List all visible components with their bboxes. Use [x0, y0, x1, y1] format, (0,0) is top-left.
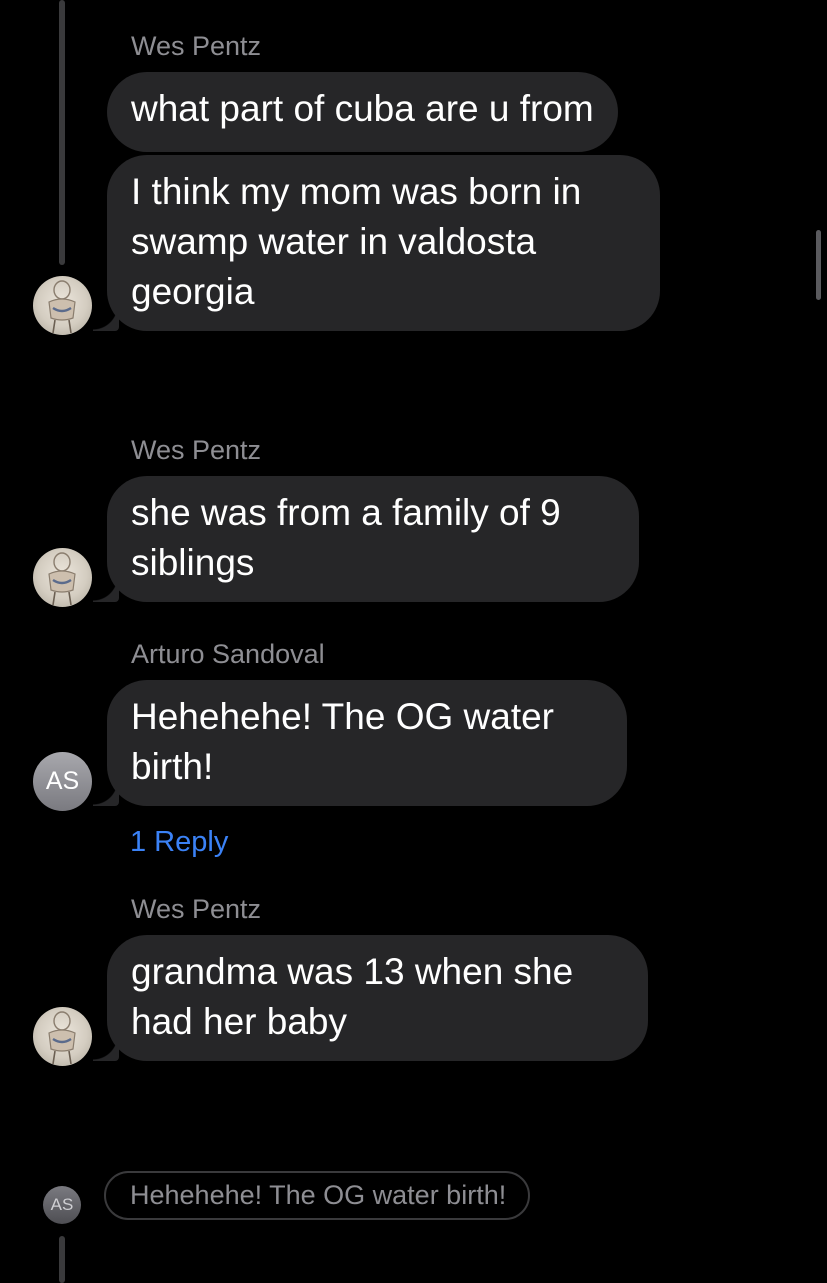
message-bubble[interactable]: Hehehehe! The OG water birth!: [93, 680, 627, 806]
quoted-reply-avatar[interactable]: AS: [43, 1186, 81, 1224]
message-bubble[interactable]: she was from a family of 9 siblings: [93, 476, 639, 602]
message-bubble[interactable]: grandma was 13 when she had her baby: [93, 935, 648, 1061]
wes-pentz-avatar[interactable]: [33, 276, 92, 335]
message-bubble[interactable]: I think my mom was born in swamp water i…: [93, 155, 660, 331]
thread-line-top: [59, 0, 65, 265]
portrait-sketch-icon: [48, 280, 76, 334]
thread-line-bottom: [59, 1236, 65, 1283]
arturo-sandoval-avatar[interactable]: AS: [33, 752, 92, 811]
wes-pentz-avatar[interactable]: [33, 548, 92, 607]
sender-name: Wes Pentz: [131, 894, 262, 924]
quoted-reply-bubble[interactable]: Hehehehe! The OG water birth!: [104, 1171, 531, 1220]
sender-name: Wes Pentz: [131, 435, 262, 465]
scrollbar-thumb[interactable]: [816, 230, 821, 300]
portrait-sketch-icon: [48, 552, 76, 606]
replies-link[interactable]: 1 Reply: [130, 826, 228, 859]
sender-name: Wes Pentz: [131, 31, 262, 61]
sender-name: Arturo Sandoval: [131, 639, 325, 669]
message-bubble[interactable]: what part of cuba are u from: [107, 72, 618, 152]
portrait-sketch-icon: [48, 1011, 76, 1065]
quoted-reply-text: Hehehehe! The OG water birth!: [130, 1180, 507, 1210]
message-thread: Wes Pentz what part of cuba are u from I…: [0, 0, 827, 1283]
wes-pentz-avatar[interactable]: [33, 1007, 92, 1066]
